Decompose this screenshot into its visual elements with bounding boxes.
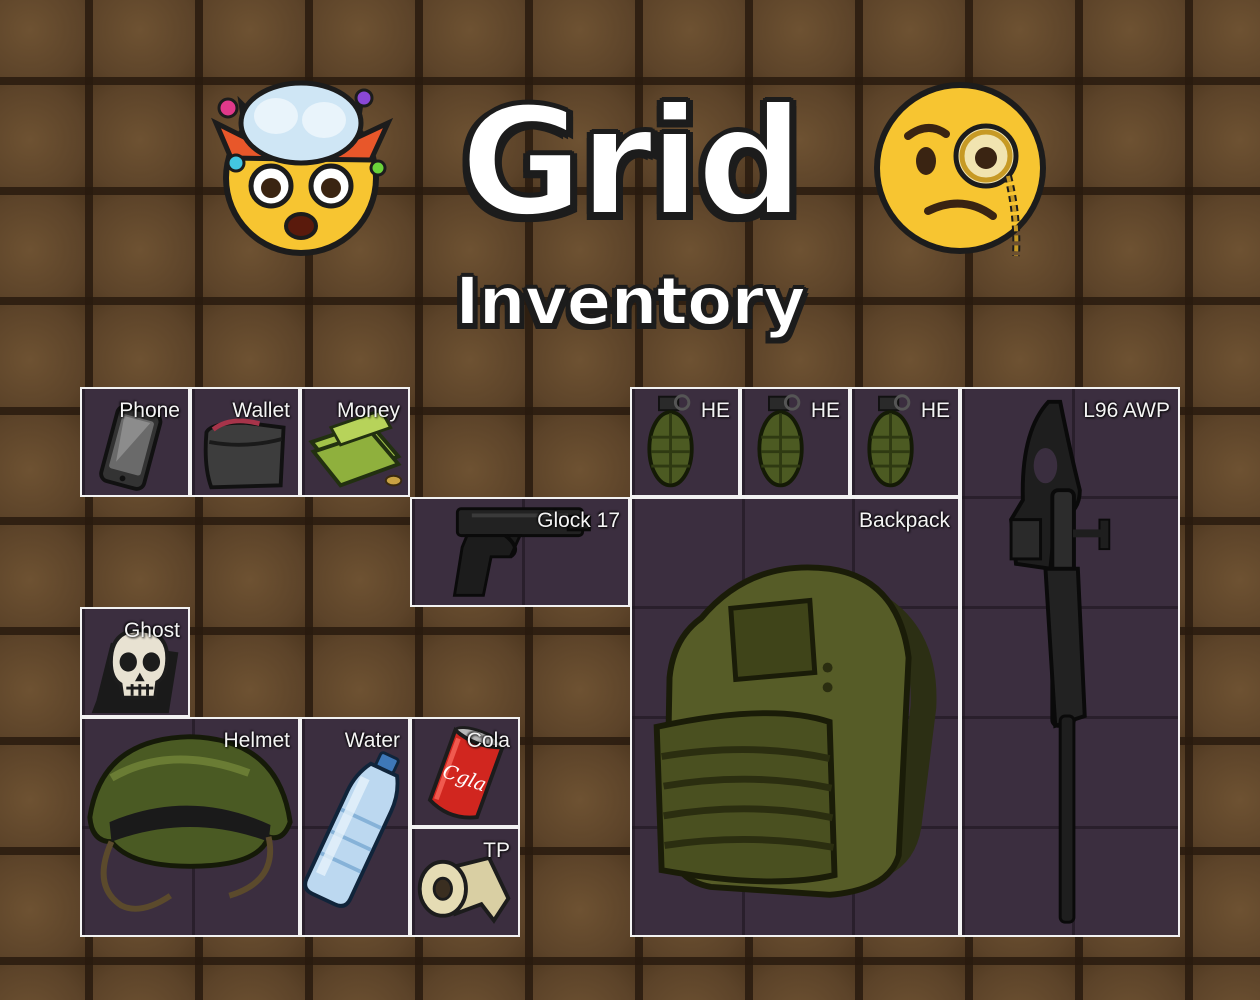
- backpack-icon: [653, 564, 937, 898]
- item-label: Backpack: [858, 509, 950, 532]
- item-label: HE: [920, 399, 950, 422]
- slot-cola[interactable]: Cola Cgla: [410, 717, 520, 827]
- item-label: Ghost: [123, 619, 180, 642]
- slot-glock-17[interactable]: Glock 17: [410, 497, 630, 607]
- slot-he-3[interactable]: HE: [850, 387, 960, 497]
- item-label: Water: [344, 729, 400, 752]
- slot-wallet[interactable]: Wallet: [190, 387, 300, 497]
- item-label: Cola: [466, 729, 510, 752]
- slot-phone[interactable]: Phone: [80, 387, 190, 497]
- slot-helmet[interactable]: Helmet: [80, 717, 300, 937]
- item-label: HE: [700, 399, 730, 422]
- item-label: Helmet: [223, 729, 290, 752]
- slot-water[interactable]: Water: [300, 717, 410, 937]
- item-label: Glock 17: [537, 509, 620, 532]
- slot-backpack[interactable]: Backpack: [630, 497, 960, 937]
- slot-ghost[interactable]: Ghost: [80, 607, 190, 717]
- monocle-face-emoji: [874, 82, 1046, 257]
- item-label: Phone: [119, 399, 180, 422]
- title-inventory: Inventory: [454, 262, 807, 341]
- sniper-rifle-icon: [1009, 399, 1111, 924]
- item-label: Money: [336, 399, 400, 422]
- item-label: HE: [810, 399, 840, 422]
- slot-tp[interactable]: TP: [410, 827, 520, 937]
- slot-he-2[interactable]: HE: [740, 387, 850, 497]
- item-label: Wallet: [232, 399, 290, 422]
- exploding-head-emoji: [211, 80, 394, 256]
- slot-he-1[interactable]: HE: [630, 387, 740, 497]
- slot-money[interactable]: Money: [300, 387, 410, 497]
- slot-l96-awp[interactable]: L96 AWP: [960, 387, 1180, 937]
- title-grid: Grid: [458, 76, 806, 250]
- item-label: TP: [483, 839, 510, 862]
- item-label: L96 AWP: [1083, 399, 1170, 422]
